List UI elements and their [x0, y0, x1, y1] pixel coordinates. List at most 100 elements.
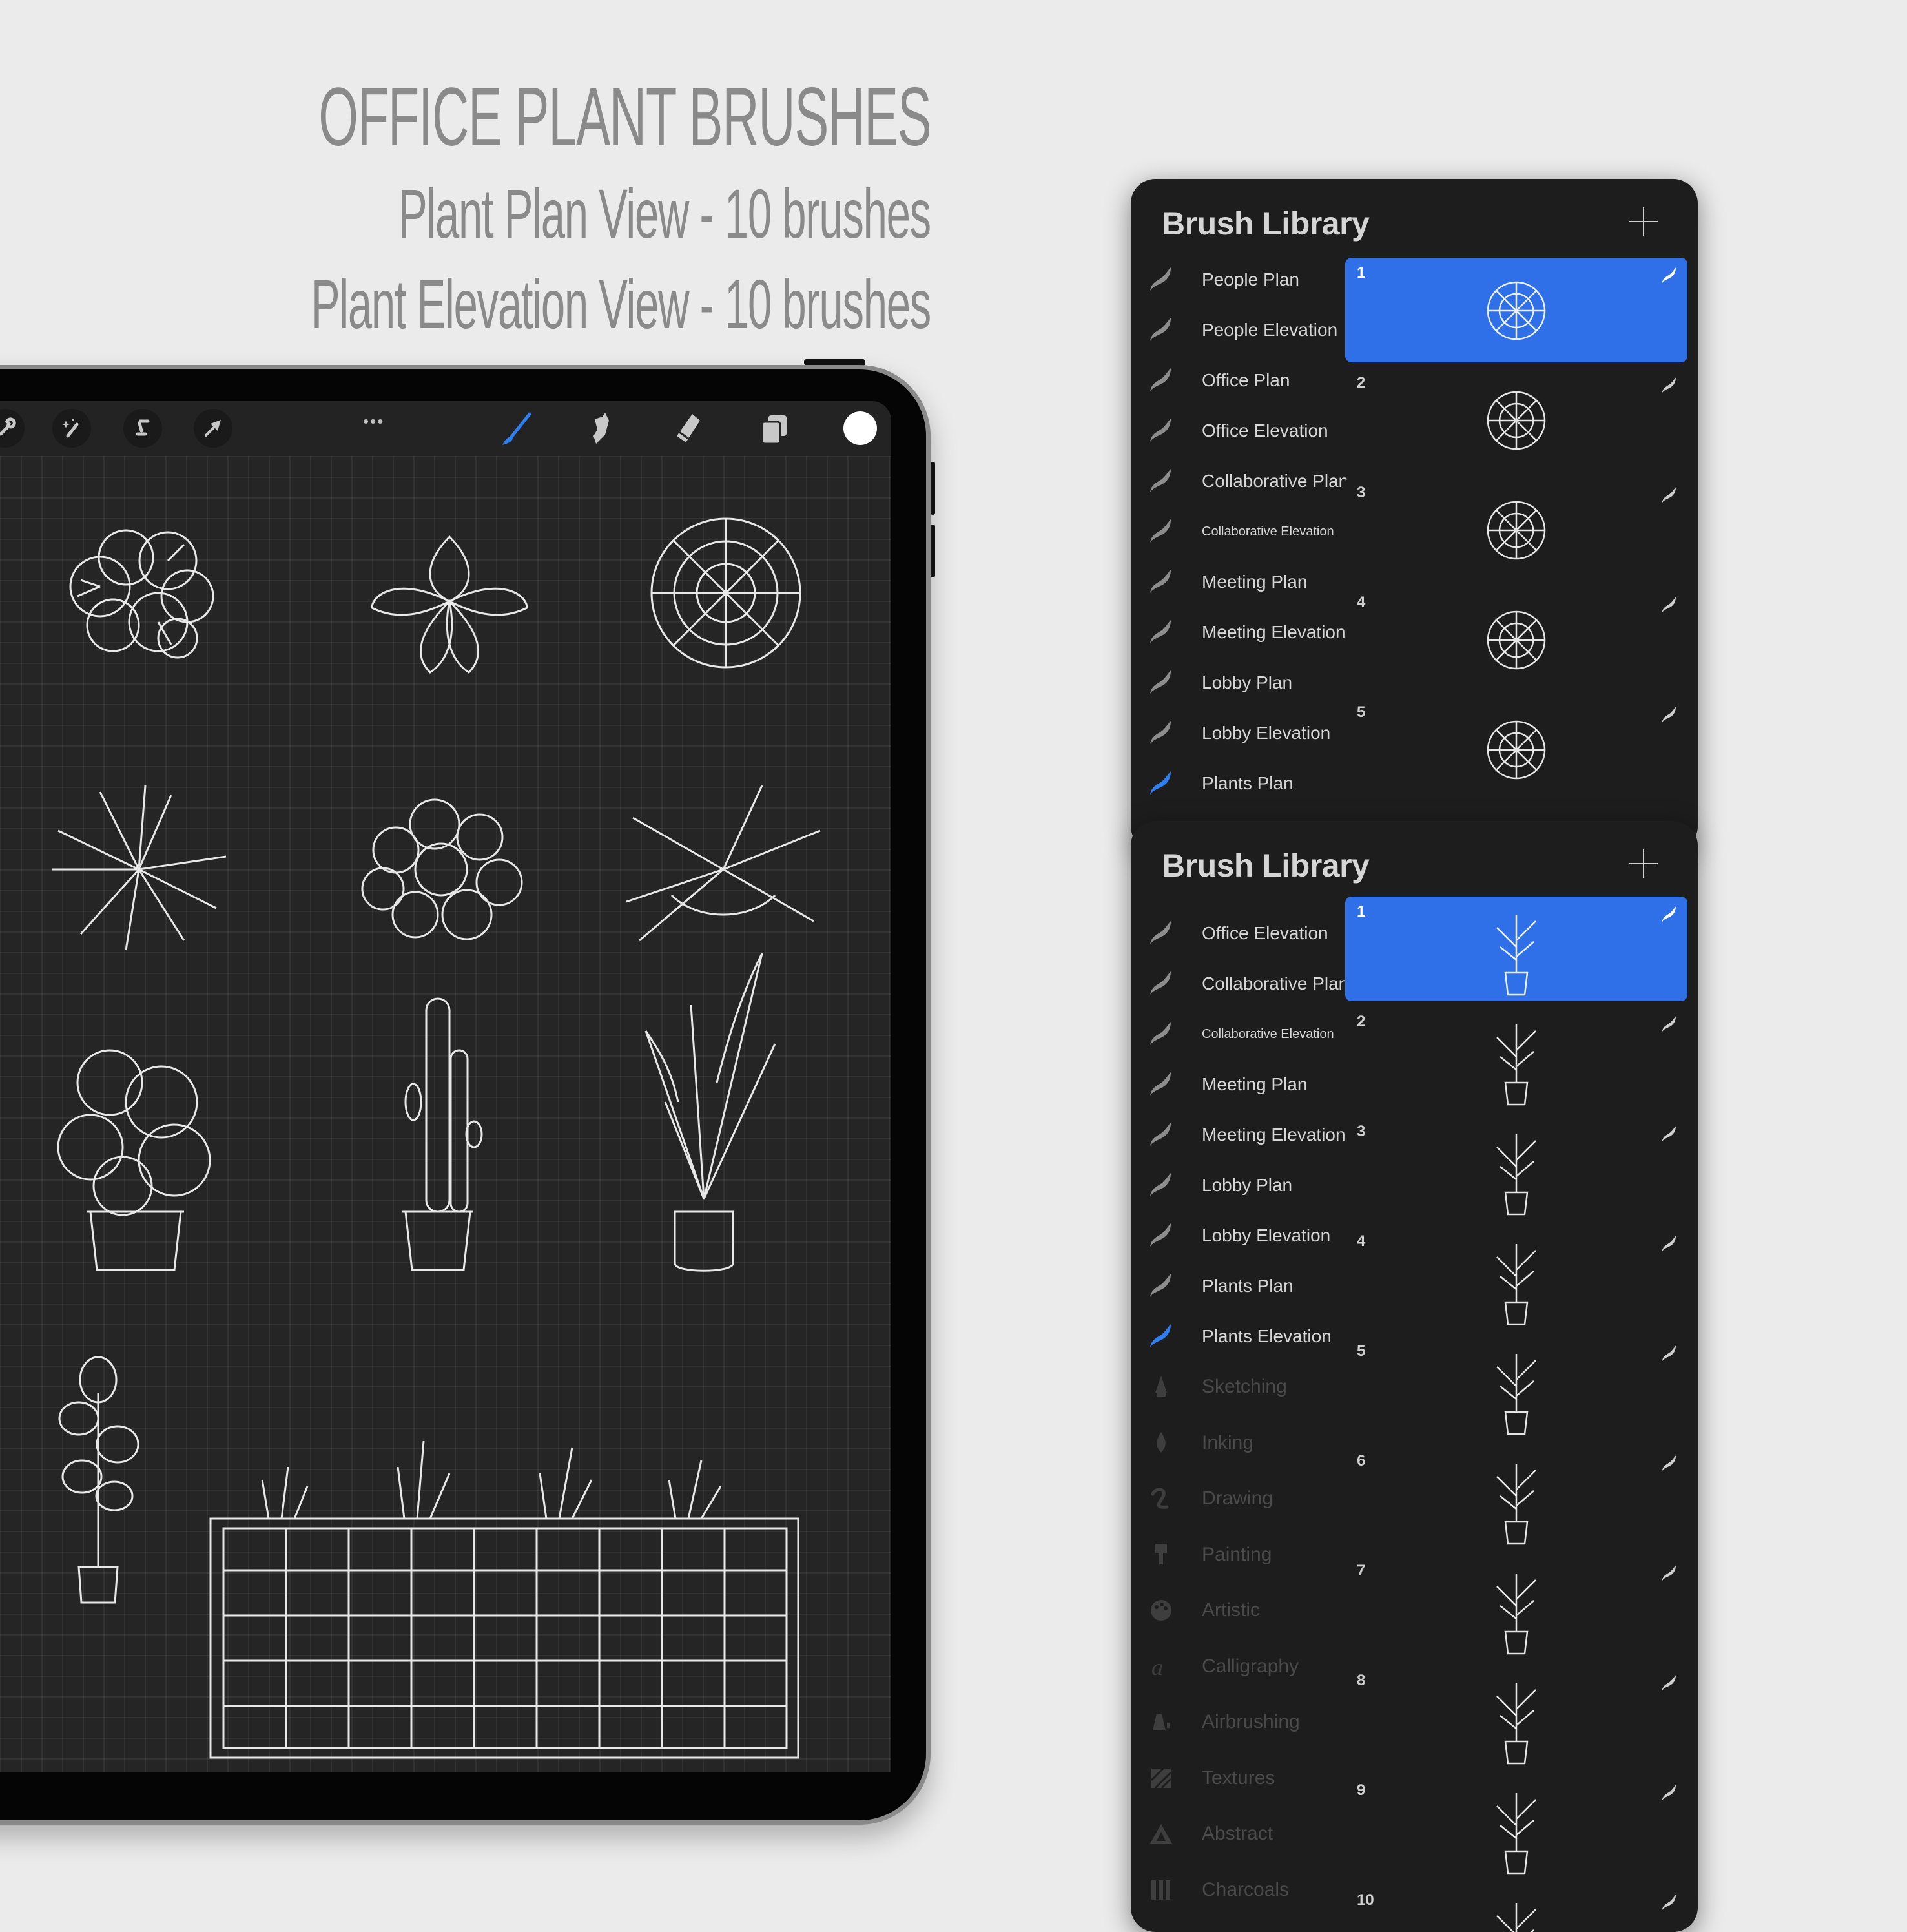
- brush-set-item[interactable]: Plants Plan: [1131, 758, 1344, 809]
- brush-set-item[interactable]: People Plan: [1131, 254, 1344, 305]
- brush-set-label: People Elevation: [1202, 320, 1338, 340]
- brush-set-label: Office Elevation: [1202, 923, 1328, 943]
- brush-thumbnail: [1474, 1341, 1558, 1437]
- brush-set-item[interactable]: Plants Plan: [1131, 1261, 1344, 1311]
- planter-grid: [223, 1528, 787, 1748]
- brush-set-item[interactable]: Inking: [1131, 1418, 1344, 1468]
- brush-set-item[interactable]: Collaborative Elevation: [1131, 1009, 1344, 1059]
- brush-set-label: Meeting Elevation: [1202, 1125, 1346, 1145]
- brush-set-label: Lobby Plan: [1202, 1175, 1293, 1195]
- brush-set-item[interactable]: Meeting Elevation: [1131, 1110, 1346, 1160]
- transform-button[interactable]: [194, 409, 232, 448]
- brush-item[interactable]: 5: [1345, 1336, 1687, 1440]
- brush-set-item[interactable]: Sketching: [1131, 1362, 1344, 1412]
- brush-set-item[interactable]: Lobby Elevation: [1131, 1210, 1344, 1261]
- brush-item[interactable]: 2: [1345, 1006, 1687, 1111]
- brush-set-label: Textures: [1202, 1767, 1275, 1789]
- brush-set-item[interactable]: Collaborative Plan: [1131, 456, 1348, 506]
- brush-set-label: Lobby Elevation: [1202, 723, 1331, 743]
- brush-number: 8: [1357, 1672, 1366, 1689]
- brush-set-item[interactable]: Airbrushing: [1131, 1697, 1344, 1747]
- brush-stroke-icon: [1148, 770, 1175, 797]
- brush-thumbnail: [1474, 702, 1558, 798]
- smudge-tool-button[interactable]: [583, 410, 621, 448]
- brush-stroke-icon: [1148, 920, 1175, 947]
- brush-icon: [502, 412, 531, 445]
- brush-item[interactable]: 2: [1345, 368, 1687, 472]
- textures-icon: [1148, 1765, 1175, 1792]
- brush-set-item[interactable]: Textures: [1131, 1753, 1344, 1803]
- brush-stroke-icon: [1148, 317, 1175, 344]
- brush-number: 3: [1357, 484, 1366, 501]
- add-brush-set-button[interactable]: [1629, 207, 1658, 236]
- brush-set-item[interactable]: Meeting Plan: [1131, 557, 1344, 607]
- brush-stroke-icon: [1148, 518, 1175, 545]
- color-swatch[interactable]: [843, 411, 877, 445]
- brush-set-item[interactable]: Plants Elevation: [1131, 1311, 1344, 1362]
- brush-set-label: Painting: [1202, 1543, 1272, 1565]
- brush-set-item[interactable]: Office Elevation: [1131, 908, 1344, 959]
- brush-set-item[interactable]: Painting: [1131, 1530, 1344, 1580]
- brush-number: 4: [1357, 594, 1366, 611]
- brush-item[interactable]: 9: [1345, 1775, 1687, 1880]
- brush-stroke-icon: [1148, 1121, 1175, 1148]
- brush-item[interactable]: 3: [1345, 477, 1687, 582]
- brush-item[interactable]: 5: [1345, 697, 1687, 802]
- brush-number: 2: [1357, 1013, 1366, 1030]
- headline-title: OFFICE PLANT BRUSHES: [318, 71, 932, 163]
- brush-item[interactable]: 4: [1345, 1226, 1687, 1331]
- brush-stroke-preview-icon: [1660, 1345, 1678, 1363]
- brush-set-item[interactable]: Meeting Elevation: [1131, 607, 1346, 658]
- brush-stroke-preview-icon: [1660, 1015, 1678, 1034]
- brush-set-item[interactable]: Collaborative Plan: [1131, 959, 1348, 1009]
- brush-set-label: Calligraphy: [1202, 1655, 1299, 1677]
- drawing-canvas[interactable]: [0, 456, 891, 1772]
- brush-item[interactable]: 8: [1345, 1665, 1687, 1770]
- brush-stroke-icon: [1148, 1021, 1175, 1048]
- brush-item[interactable]: 3: [1345, 1116, 1687, 1221]
- brush-set-label: Collaborative Elevation: [1202, 1026, 1334, 1041]
- brush-set-item[interactable]: Lobby Plan: [1131, 1160, 1344, 1210]
- cactus-elevation-drawing: [402, 997, 483, 1271]
- brush-set-item[interactable]: Lobby Plan: [1131, 658, 1344, 708]
- calligraphy-icon: a: [1148, 1653, 1175, 1680]
- brush-set-label: Lobby Plan: [1202, 672, 1293, 692]
- brush-set-item[interactable]: Lobby Elevation: [1131, 708, 1344, 758]
- brush-stroke-icon: [1148, 1172, 1175, 1199]
- headline-subtitle-elevation: Plant Elevation View - 10 brushes: [311, 265, 931, 343]
- brush-tool-button[interactable]: [497, 410, 535, 448]
- brush-set-label: Meeting Plan: [1202, 572, 1308, 592]
- brush-stroke-preview-icon: [1660, 596, 1678, 614]
- brush-set-item[interactable]: Collaborative Elevation: [1131, 506, 1344, 557]
- brush-stroke-preview-icon: [1660, 1784, 1678, 1802]
- brush-item[interactable]: 6: [1345, 1446, 1687, 1550]
- brush-thumbnail: [1474, 1670, 1558, 1766]
- brush-set-item[interactable]: Meeting Plan: [1131, 1059, 1344, 1110]
- more-options-button[interactable]: •••: [363, 413, 384, 430]
- brush-set-item[interactable]: People Elevation: [1131, 305, 1344, 355]
- adjustments-button[interactable]: [52, 409, 91, 448]
- actions-button[interactable]: [0, 409, 25, 448]
- brush-item[interactable]: 1: [1345, 258, 1687, 362]
- brush-item[interactable]: 4: [1345, 587, 1687, 692]
- brush-set-item[interactable]: Office Plan: [1131, 355, 1344, 406]
- brush-set-item[interactable]: Office Elevation: [1131, 406, 1344, 456]
- brush-item[interactable]: 1: [1345, 897, 1687, 1001]
- brush-set-item[interactable]: a Calligraphy: [1131, 1641, 1344, 1692]
- brush-set-label: Collaborative Plan: [1202, 973, 1349, 993]
- brush-stroke-preview-icon: [1660, 1894, 1678, 1912]
- brush-library-panel-elevation: Brush Library Office Elevation Collaborat…: [1131, 821, 1698, 1932]
- brush-set-item[interactable]: Abstract: [1131, 1809, 1344, 1859]
- brush-number: 4: [1357, 1232, 1366, 1250]
- selection-button[interactable]: [123, 409, 162, 448]
- eraser-tool-button[interactable]: [669, 410, 706, 448]
- brush-thumbnail: [1474, 592, 1558, 688]
- calathea-plan-drawing: [371, 535, 528, 674]
- layers-button[interactable]: [756, 410, 793, 448]
- add-brush-set-button[interactable]: [1629, 849, 1658, 878]
- brush-item[interactable]: 7: [1345, 1555, 1687, 1660]
- brush-item[interactable]: 10: [1345, 1885, 1687, 1932]
- brush-set-item[interactable]: Artistic: [1131, 1585, 1344, 1636]
- brush-set-item[interactable]: Drawing: [1131, 1473, 1344, 1524]
- brush-stroke-preview-icon: [1660, 267, 1678, 285]
